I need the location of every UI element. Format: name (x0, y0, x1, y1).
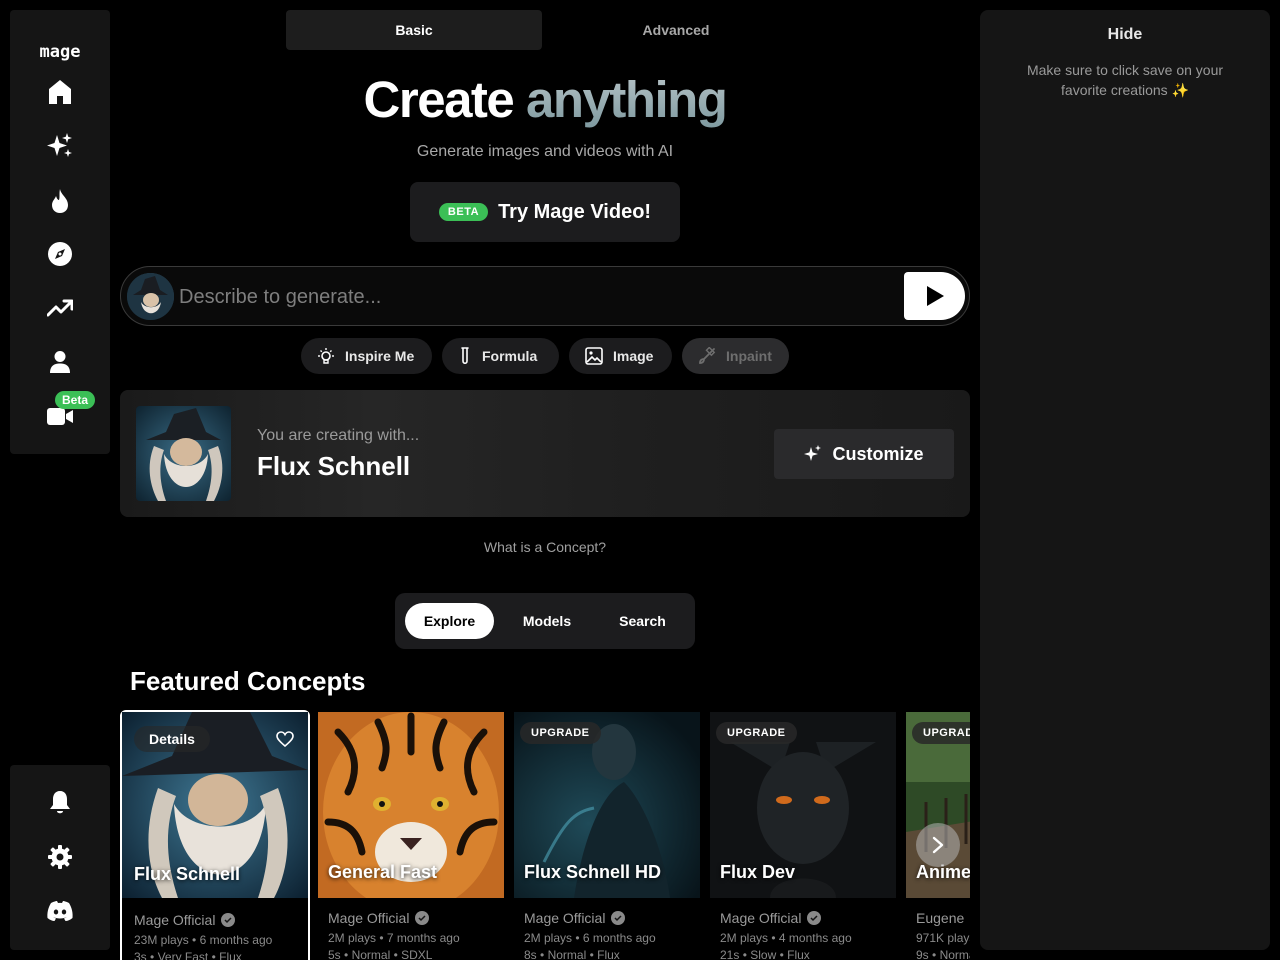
tab-basic[interactable]: Basic (286, 10, 542, 50)
gear-icon[interactable] (46, 843, 74, 871)
trending-icon[interactable] (46, 294, 74, 322)
video-beta-badge: Beta (55, 391, 96, 409)
inpaint-label: Inpaint (726, 348, 772, 364)
concept-card[interactable]: UPGRADE Flux Dev Mage Official 2M plays … (708, 710, 898, 960)
concept-card[interactable]: UPGRADE Flux Schnell HD Mage Official 2M… (512, 710, 702, 960)
card-author-name: Eugene (916, 910, 965, 926)
formula-button[interactable]: Formula (442, 338, 559, 374)
explore-segmented-control: Explore Models Search (395, 593, 695, 649)
carousel-next-button[interactable] (916, 823, 960, 867)
concept-card[interactable]: Details Flux Schnell Mage Official 23M p… (120, 710, 310, 960)
card-stats: 23M plays • 6 months ago (134, 933, 273, 947)
card-author: Mage Official (524, 910, 626, 926)
tab-explore[interactable]: Explore (405, 603, 494, 639)
card-author: Mage Official (720, 910, 822, 926)
hero-title: Create anything (286, 70, 804, 129)
card-specs: 3s • Very Fast • Flux (134, 950, 242, 960)
featured-heading: Featured Concepts (130, 666, 366, 696)
card-author: Eugene (916, 910, 964, 926)
card-title: Flux Schnell (134, 864, 241, 884)
try-video-label: Try Mage Video! (498, 200, 652, 223)
verified-icon (221, 913, 236, 927)
card-author-name: Mage Official (328, 910, 410, 926)
compass-icon[interactable] (46, 240, 74, 268)
sparkles-icon (804, 445, 822, 461)
tab-advanced[interactable]: Advanced (548, 10, 804, 50)
what-is-concept-link[interactable]: What is a Concept? (120, 539, 970, 555)
hero-title-word-1: Create (363, 71, 515, 128)
mage-logo[interactable]: mage (10, 42, 110, 62)
concept-avatar[interactable] (127, 273, 174, 320)
upgrade-badge[interactable]: UPGRADE (520, 722, 601, 744)
card-author-name: Mage Official (524, 910, 606, 926)
concept-card[interactable]: General Fast Mage Official 2M plays • 7 … (316, 710, 506, 960)
concept-thumbnail[interactable] (136, 406, 231, 501)
image-button[interactable]: Image (569, 338, 672, 374)
hero-subtitle: Generate images and videos with AI (416, 143, 674, 160)
card-stats: 2M plays • 6 months ago (524, 931, 656, 945)
save-hint: Make sure to click save on your favorite… (1026, 62, 1224, 98)
card-specs: 8s • Normal • Flux (524, 948, 620, 960)
verified-icon (415, 911, 430, 925)
formula-label: Formula (482, 348, 538, 364)
card-title: General Fast (328, 862, 438, 882)
brush-icon (699, 347, 716, 364)
sparkles-icon[interactable] (46, 132, 74, 160)
prompt-input[interactable] (179, 277, 899, 317)
verified-icon (611, 911, 626, 925)
hide-panel-button[interactable]: Hide (980, 26, 1270, 44)
discord-icon[interactable] (46, 897, 74, 925)
details-button[interactable]: Details (134, 726, 210, 752)
heart-icon[interactable] (270, 724, 300, 754)
featured-carousel: Details Flux Schnell Mage Official 23M p… (120, 710, 970, 960)
card-title: Flux Dev (720, 862, 796, 882)
upgrade-badge[interactable]: UPGRADE (716, 722, 797, 744)
image-label: Image (613, 348, 654, 364)
concept-prefix: You are creating with... (257, 427, 420, 444)
card-author-name: Mage Official (720, 910, 802, 926)
prompt-bar (120, 266, 970, 326)
current-concept-card: You are creating with... Flux Schnell Cu… (120, 390, 970, 517)
verified-icon (807, 911, 822, 925)
card-author: Mage Official (134, 912, 236, 928)
flame-icon[interactable] (46, 187, 74, 215)
tab-models[interactable]: Models (505, 603, 589, 639)
card-author: Mage Official (328, 910, 430, 926)
hero-title-word-2: anything (525, 71, 728, 128)
chevron-right-icon (932, 836, 944, 854)
card-stats: 2M plays • 7 months ago (328, 931, 460, 945)
generate-button[interactable] (904, 272, 965, 320)
image-icon (585, 347, 603, 365)
card-author-name: Mage Official (134, 912, 216, 928)
card-stats: 971K plays (916, 931, 970, 945)
sidebar-utility (10, 765, 110, 950)
inspire-me-label: Inspire Me (345, 348, 415, 364)
inspire-me-button[interactable]: Inspire Me (301, 338, 432, 374)
user-icon[interactable] (46, 348, 74, 376)
saved-panel: Hide Make sure to click save on your fav… (980, 10, 1270, 950)
home-icon[interactable] (46, 78, 74, 106)
lightbulb-icon (318, 348, 334, 364)
card-specs: 21s • Slow • Flux (720, 948, 810, 960)
try-video-button[interactable]: BETA Try Mage Video! (410, 182, 680, 242)
concept-name: Flux Schnell (257, 451, 411, 481)
upgrade-badge[interactable]: UPGRADE (912, 722, 970, 744)
customize-button[interactable]: Customize (774, 429, 954, 479)
beta-badge: BETA (438, 203, 489, 221)
tab-search[interactable]: Search (600, 603, 685, 639)
card-title: Flux Schnell HD (524, 862, 662, 882)
card-stats: 2M plays • 4 months ago (720, 931, 852, 945)
sidebar-nav: mage Beta (10, 10, 110, 454)
play-icon (926, 286, 944, 306)
card-specs: 9s • Normal (916, 948, 970, 960)
customize-label: Customize (832, 443, 924, 464)
card-specs: 5s • Normal • SDXL (328, 948, 433, 960)
test-tube-icon (461, 347, 469, 365)
inpaint-button[interactable]: Inpaint (682, 338, 789, 374)
bell-icon[interactable] (46, 789, 74, 817)
